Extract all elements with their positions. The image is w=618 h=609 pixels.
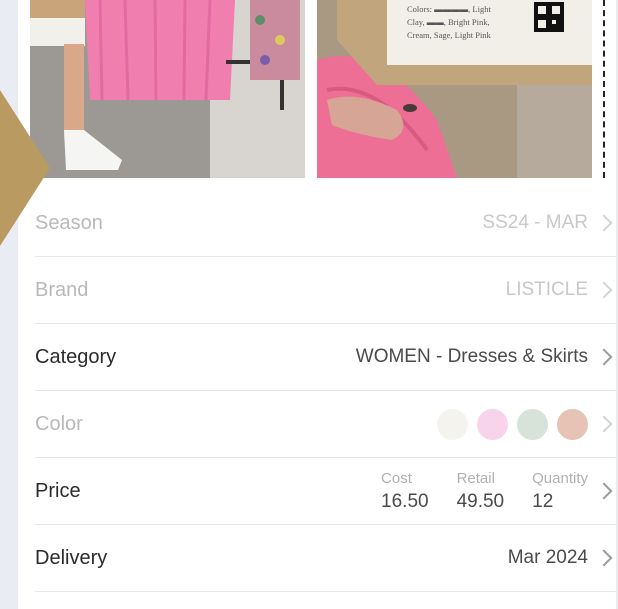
color-swatch[interactable] [517,408,548,440]
photo-tag-image: Colors: ▬▬▬▬, Light Clay, ▬▬, Bright Pin… [317,0,592,178]
color-swatch[interactable] [557,408,588,440]
quantity-column: Quantity 12 [532,470,588,513]
category-value: WOMEN - Dresses & Skirts [355,346,588,367]
delivery-label: Delivery [35,546,108,569]
delivery-row[interactable]: Delivery Mar 2024 [35,525,616,592]
category-row[interactable]: Category WOMEN - Dresses & Skirts [35,324,616,391]
brand-value: LISTICLE [505,279,588,300]
photo-skirt-image [30,0,305,178]
chevron-right-icon [595,415,613,433]
chevron-right-icon [595,482,613,500]
retail-column: Retail 49.50 [457,470,505,513]
product-photo-2[interactable]: Colors: ▬▬▬▬, Light Clay, ▬▬, Bright Pin… [317,0,592,178]
price-label: Price [35,479,81,502]
tag-line-2: Clay, ▬▬, Bright Pink, [407,17,490,27]
color-row[interactable]: Color [35,391,616,458]
product-photo-1[interactable] [30,0,305,178]
retail-label: Retail [456,469,495,487]
delivery-value: Mar 2024 [507,547,588,568]
tag-line-1: Colors: ▬▬▬▬, Light [407,4,491,14]
qr-code-icon [534,2,564,32]
cost-value: 16.50 [381,490,429,512]
chevron-right-icon [595,549,613,567]
product-attributes-list: Season SS24 - MAR Brand LISTICLE Categor… [18,190,616,592]
category-label: Category [35,345,117,368]
highlight-arrow [0,90,50,246]
chevron-right-icon [595,348,613,366]
brand-row[interactable]: Brand LISTICLE [35,257,616,324]
brand-label: Brand [35,278,89,301]
price-row[interactable]: Price Cost 16.50 Retail 49.50 Quantity 1… [35,458,616,525]
price-columns: Cost 16.50 Retail 49.50 Quantity 12 [381,470,588,513]
quantity-value: 12 [532,490,554,512]
dashed-divider [603,0,605,178]
color-swatch[interactable] [437,408,468,440]
retail-value: 49.50 [456,490,505,512]
color-label: Color [35,412,83,435]
chevron-right-icon [595,214,613,232]
season-row[interactable]: Season SS24 - MAR [35,190,616,257]
tag-line-3: Cream, Sage, Light Pink [407,30,492,40]
chevron-right-icon [595,281,613,299]
color-swatch[interactable] [477,408,508,440]
season-value: SS24 - MAR [482,212,588,233]
cost-label: Cost [381,469,412,487]
color-swatches [437,408,588,440]
quantity-label: Quantity [532,469,588,487]
cost-column: Cost 16.50 [381,470,429,513]
